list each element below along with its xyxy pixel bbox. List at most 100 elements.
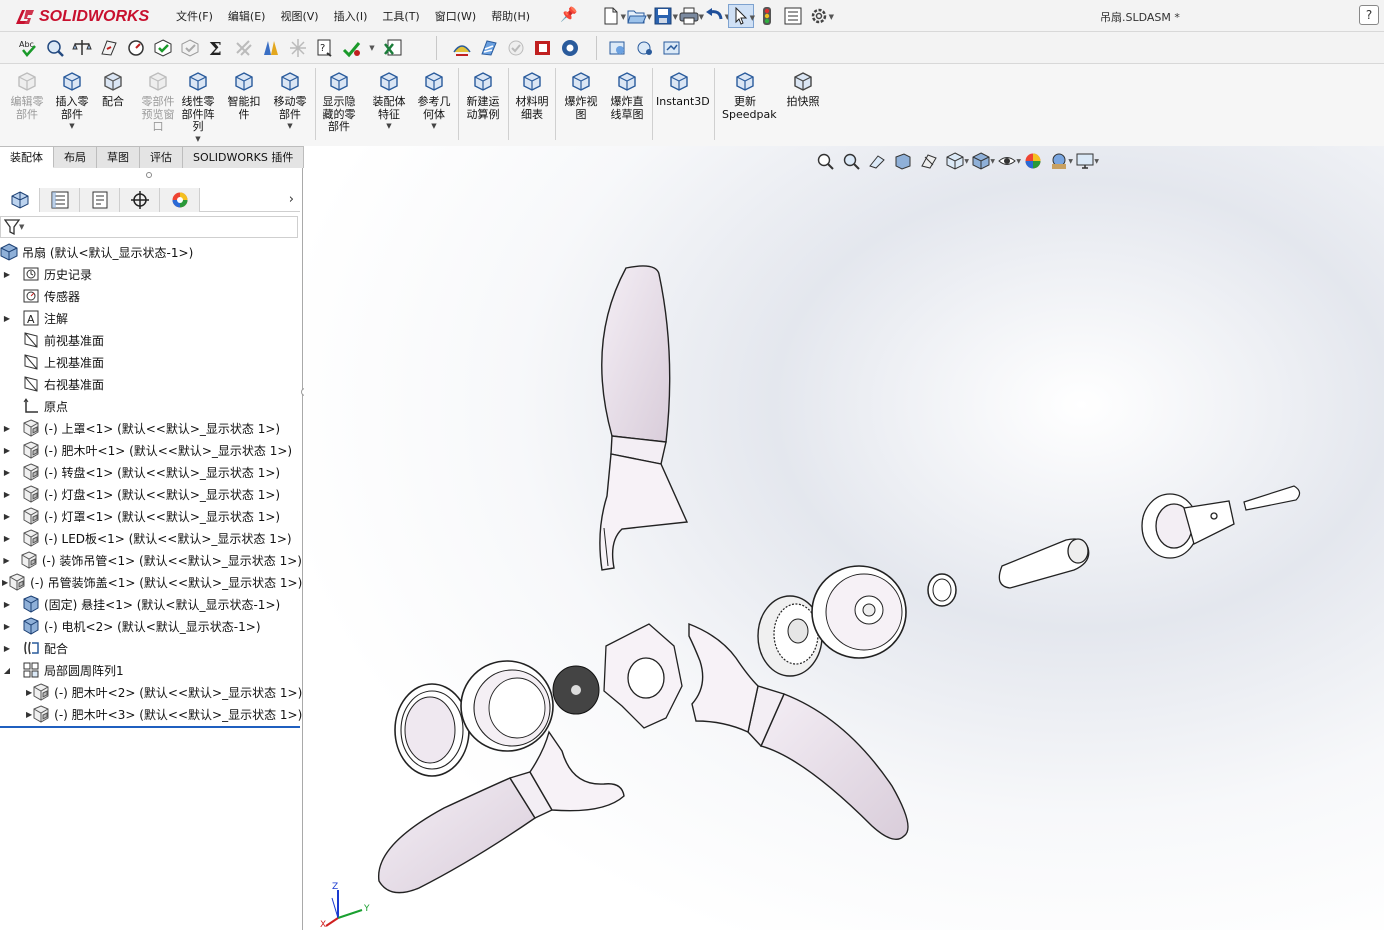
flow-simulation-button[interactable] bbox=[631, 36, 658, 60]
graphics-area[interactable]: ▼ ▼ ▼ ▼ ▼ Z Y X bbox=[304, 146, 1384, 930]
smart-fastener-button[interactable]: 智能扣件 bbox=[221, 70, 267, 121]
pin-icon[interactable]: 📌 bbox=[560, 7, 577, 23]
tab-1[interactable]: 布局 bbox=[54, 146, 97, 168]
instant3d-button[interactable]: Instant3D bbox=[656, 70, 710, 109]
mass-properties-button[interactable] bbox=[68, 36, 95, 60]
tree-item[interactable]: ▶ (-) 转盘<1> (默认<<默认>_显示状态 1>) bbox=[0, 461, 302, 483]
chevron-down-icon[interactable]: ▼ bbox=[411, 122, 457, 130]
expand-arrow-icon[interactable]: ▶ bbox=[2, 270, 12, 279]
chevron-down-icon[interactable]: ▼ bbox=[267, 122, 313, 130]
expand-arrow-icon[interactable]: ▶ bbox=[2, 534, 12, 543]
tree-item[interactable]: ▶ 历史记录 bbox=[0, 263, 302, 285]
tree-item[interactable]: ▶ (-) 吊管装饰盖<1> (默认<<默认>_显示状态 1>) bbox=[0, 571, 302, 593]
simulation-button[interactable] bbox=[604, 36, 631, 60]
expand-arrow-icon[interactable]: ▶ bbox=[2, 622, 12, 631]
expand-arrow-icon[interactable]: ▶ bbox=[2, 644, 12, 653]
select-button[interactable]: ▼ bbox=[728, 4, 755, 28]
tab-4[interactable]: SOLIDWORKS 插件 bbox=[183, 146, 305, 168]
save-button[interactable]: ▼ bbox=[650, 4, 678, 28]
panel-grip[interactable] bbox=[146, 172, 152, 178]
visualization-dropdown[interactable]: ▼ bbox=[365, 36, 379, 60]
deviation-analysis-button[interactable] bbox=[502, 36, 529, 60]
show-hidden-button[interactable]: 显示隐 藏的零 部件 bbox=[316, 70, 362, 134]
tree-item[interactable]: ▶ (固定) 悬挂<1> (默认<默认_显示状态-1>) bbox=[0, 593, 302, 615]
print-button[interactable]: ▼ bbox=[676, 4, 704, 28]
expand-arrow-icon[interactable]: ▶ bbox=[2, 490, 12, 499]
rebuild-button[interactable] bbox=[754, 4, 780, 28]
bom-button[interactable]: 材料明 细表 bbox=[509, 70, 555, 121]
menu-item[interactable]: 视图(V) bbox=[280, 8, 318, 24]
open-button[interactable]: ▼ bbox=[624, 4, 652, 28]
view-orientation-button[interactable]: ▼ bbox=[942, 150, 969, 172]
property-manager-tab[interactable] bbox=[40, 188, 80, 212]
tree-item[interactable]: ▶ 配合 bbox=[0, 637, 302, 659]
chevron-down-icon[interactable]: ▼ bbox=[49, 122, 95, 130]
zoom-to-area-button[interactable] bbox=[838, 150, 864, 172]
options-button[interactable]: ▼ bbox=[806, 4, 834, 28]
new-document-button[interactable]: ▼ bbox=[598, 4, 626, 28]
previous-view-button[interactable] bbox=[864, 150, 890, 172]
edit-component-button[interactable]: 编辑零 部件 bbox=[4, 70, 50, 121]
display-manager-tab[interactable] bbox=[160, 188, 200, 212]
tree-item[interactable]: ▶ (-) 灯罩<1> (默认<<默认>_显示状态 1>) bbox=[0, 505, 302, 527]
section-view-button[interactable] bbox=[890, 150, 916, 172]
expand-arrow-icon[interactable]: ▶ bbox=[2, 512, 12, 521]
symmetry-button[interactable] bbox=[284, 36, 311, 60]
linear-pattern-button[interactable]: 线性零 部件阵列 ▼ bbox=[175, 70, 221, 143]
curvature-button[interactable] bbox=[448, 36, 475, 60]
configuration-manager-tab[interactable] bbox=[80, 188, 120, 212]
panel-expand-chevron[interactable]: › bbox=[289, 192, 294, 207]
tree-item[interactable]: ◢ 局部圆周阵列1 bbox=[0, 659, 302, 681]
tree-filter[interactable]: ▼ bbox=[0, 216, 298, 238]
menu-item[interactable]: 帮助(H) bbox=[491, 8, 530, 24]
menu-item[interactable]: 插入(I) bbox=[334, 8, 368, 24]
undo-button[interactable]: ▼ bbox=[702, 4, 730, 28]
explode-line-sketch-button[interactable]: 爆炸直 线草图 bbox=[604, 70, 650, 121]
dimxpert-tab[interactable] bbox=[120, 188, 160, 212]
tree-root[interactable]: 吊扇 (默认<默认_显示状态-1>) bbox=[0, 241, 302, 263]
solidworks-logo[interactable]: SOLIDWORKS bbox=[14, 6, 149, 28]
tree-item[interactable]: 原点 bbox=[0, 395, 302, 417]
tab-0[interactable]: 装配体 bbox=[0, 146, 54, 168]
tree-end-marker[interactable] bbox=[0, 726, 300, 728]
tree-item[interactable]: ▶ (-) 电机<2> (默认<默认_显示状态-1>) bbox=[0, 615, 302, 637]
tree-item[interactable]: ▶ (-) 装饰吊管<1> (默认<<默认>_显示状态 1>) bbox=[0, 549, 302, 571]
dynamic-annotation-button[interactable] bbox=[916, 150, 942, 172]
menu-item[interactable]: 工具(T) bbox=[382, 8, 419, 24]
expand-arrow-icon[interactable]: ▶ bbox=[2, 556, 11, 565]
edit-appearance-button[interactable] bbox=[1020, 150, 1046, 172]
excel-bom-button[interactable] bbox=[379, 36, 406, 60]
assembly-visualization-button[interactable] bbox=[338, 36, 365, 60]
spelling-button[interactable]: Abc bbox=[14, 36, 41, 60]
exploded-view-button[interactable]: 爆炸视图 bbox=[558, 70, 604, 121]
mbd-button[interactable] bbox=[529, 36, 556, 60]
tree-item[interactable]: ▶ A 注解 bbox=[0, 307, 302, 329]
tree-item[interactable]: ▶ (-) 肥木叶<1> (默认<<默认>_显示状态 1>) bbox=[0, 439, 302, 461]
expand-arrow-icon[interactable]: ▶ bbox=[2, 314, 12, 323]
assembly-feature-button[interactable]: 装配体 特征 ▼ bbox=[366, 70, 412, 130]
clearance-button[interactable] bbox=[176, 36, 203, 60]
draft-analysis-button[interactable] bbox=[257, 36, 284, 60]
interference-button[interactable] bbox=[149, 36, 176, 60]
zoom-to-fit-button[interactable] bbox=[812, 150, 838, 172]
tree-item[interactable]: ▶ (-) 肥木叶<2> (默认<<默认>_显示状态 1>) bbox=[0, 681, 302, 703]
feature-manager-tab[interactable] bbox=[0, 188, 40, 212]
mate-button[interactable]: 配合 bbox=[90, 70, 136, 109]
tree-item[interactable]: 右视基准面 bbox=[0, 373, 302, 395]
insert-component-button[interactable]: 插入零 部件 ▼ bbox=[49, 70, 95, 130]
tree-item[interactable]: ▶ (-) LED板<1> (默认<<默认>_显示状态 1>) bbox=[0, 527, 302, 549]
expand-arrow-icon[interactable]: ▶ bbox=[2, 424, 12, 433]
tree-item[interactable]: 上视基准面 bbox=[0, 351, 302, 373]
view-settings-button[interactable]: ▼ bbox=[1072, 150, 1099, 172]
tab-2[interactable]: 草图 bbox=[97, 146, 140, 168]
filter-dropdown-icon[interactable]: ▼ bbox=[19, 223, 24, 231]
menu-item[interactable]: 文件(F) bbox=[176, 8, 213, 24]
hide-show-items-button[interactable]: ▼ bbox=[994, 150, 1021, 172]
move-component-button[interactable]: 移动零 部件 ▼ bbox=[267, 70, 313, 130]
tree-item[interactable]: 传感器 bbox=[0, 285, 302, 307]
expand-arrow-icon[interactable]: ▶ bbox=[2, 600, 12, 609]
tab-3[interactable]: 评估 bbox=[140, 146, 183, 168]
menu-item[interactable]: 编辑(E) bbox=[228, 8, 266, 24]
apply-scene-button[interactable]: ▼ bbox=[1046, 150, 1073, 172]
sensor-button[interactable] bbox=[122, 36, 149, 60]
